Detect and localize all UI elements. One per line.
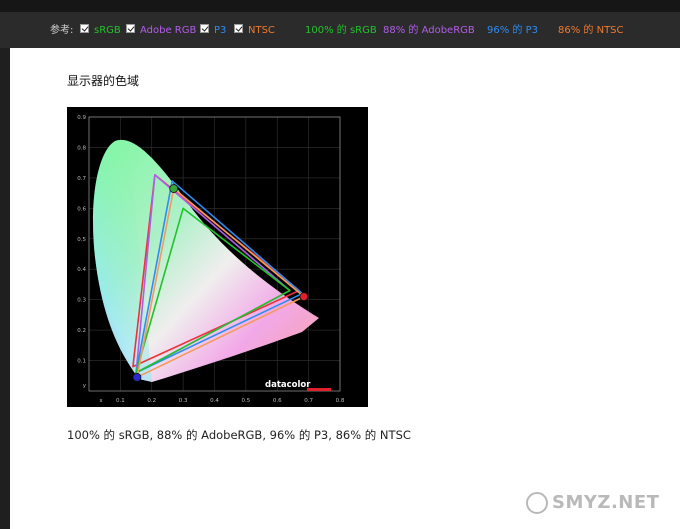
reference-label: 参考:	[50, 25, 74, 36]
x-tick-label: 0.1	[116, 398, 125, 404]
adobe-rgb-checkbox[interactable]	[126, 24, 135, 33]
p3-coverage: 96% 的 P3	[487, 25, 538, 36]
y-tick-label: 0.5	[77, 237, 86, 243]
y-tick-label: 0.7	[77, 176, 86, 182]
adobe-rgb-coverage: 88% 的 AdobeRGB	[383, 25, 475, 36]
srgb-checkbox[interactable]	[80, 24, 89, 33]
top-strip	[0, 0, 680, 12]
y-tick-label: 0.8	[77, 145, 86, 151]
x-tick-label: 0.5	[242, 398, 251, 404]
y-tick-label: 0.3	[77, 298, 86, 304]
x-tick-label: 0.4	[210, 398, 219, 404]
x-tick-label: 0.2	[147, 398, 156, 404]
ntsc-checkbox-label[interactable]: NTSC	[248, 24, 275, 38]
ntsc-checkbox[interactable]	[234, 24, 243, 33]
watermark-logo-icon	[526, 492, 548, 514]
x-tick-label: 0.6	[273, 398, 282, 404]
x-tick-label: 0.8	[336, 398, 345, 404]
page-heading: 显示器的色域	[67, 74, 140, 88]
brand-logo-bar	[307, 388, 331, 391]
srgb-coverage: 100% 的 sRGB	[305, 25, 377, 36]
x-tick-label: x	[99, 398, 103, 404]
y-tick-label: 0.9	[77, 115, 86, 121]
left-gutter	[0, 48, 10, 529]
primary-marker	[169, 184, 179, 193]
ntsc-coverage: 86% 的 NTSC	[558, 25, 624, 36]
gamut-chart: x 0.1 0.2 0.3 0.4 0.5 0.6 0.7 0.8 y 0.1 0.2 0.3 0.4 0.…	[67, 107, 368, 407]
y-tick-label: 0.1	[77, 359, 86, 365]
p3-checkbox[interactable]	[200, 24, 209, 33]
adobe-rgb-checkbox-label[interactable]: Adobe RGB	[140, 24, 196, 38]
y-tick-label: 0.4	[77, 267, 86, 273]
gamut-caption: 100% 的 sRGB, 88% 的 AdobeRGB, 96% 的 P3, 8…	[67, 428, 411, 442]
gamut-chart-svg: x 0.1 0.2 0.3 0.4 0.5 0.6 0.7 0.8 y 0.1 0.2 0.3 0.4 0.…	[77, 115, 345, 404]
p3-checkbox-label[interactable]: P3	[214, 24, 226, 38]
x-tick-label: 0.7	[304, 398, 313, 404]
primary-marker	[132, 372, 142, 382]
y-tick-label: 0.6	[77, 206, 86, 212]
y-tick-label: y	[83, 383, 87, 389]
srgb-checkbox-label[interactable]: sRGB	[94, 24, 121, 38]
y-tick-label: 0.2	[77, 328, 86, 334]
gamut-toolbar: 参考: sRGB Adobe RGB P3 NTSC 100% 的 sRGB 8…	[0, 12, 680, 48]
watermark-text: SMYZ.NET	[552, 492, 660, 513]
x-tick-label: 0.3	[179, 398, 188, 404]
primary-marker	[299, 292, 309, 302]
brand-logo-text: datacolor	[265, 380, 311, 390]
